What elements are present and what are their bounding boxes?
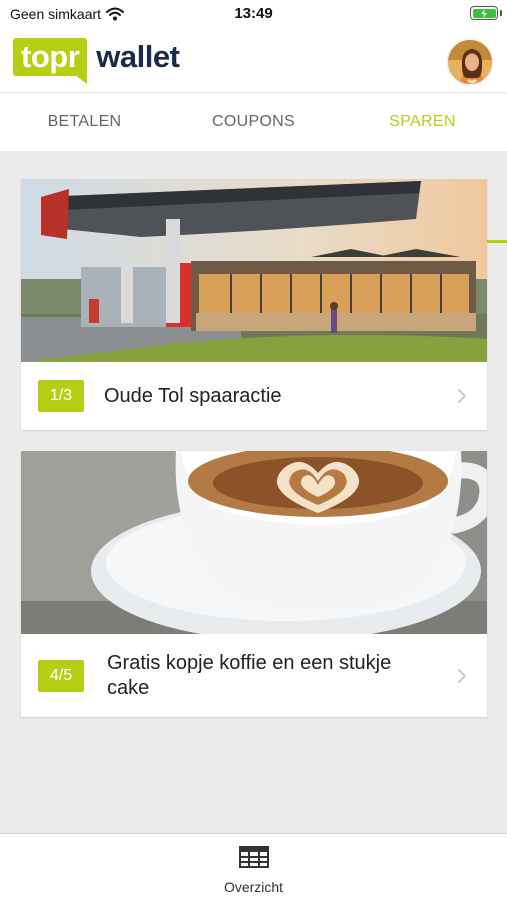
card-title: Gratis kopje koffie en een stukje cake bbox=[107, 652, 392, 699]
profile-avatar[interactable] bbox=[446, 38, 494, 86]
logo-word: wallet bbox=[96, 39, 180, 74]
tab-coupons[interactable]: COUPONS bbox=[169, 93, 338, 151]
battery-nub bbox=[500, 10, 502, 16]
bottom-navigation: Overzicht bbox=[0, 833, 507, 900]
status-bar: Geen simkaart 13:49 bbox=[0, 0, 507, 28]
table-grid-icon[interactable] bbox=[239, 846, 269, 868]
chevron-right-icon bbox=[458, 669, 466, 683]
tab-betalen[interactable]: BETALEN bbox=[0, 93, 169, 151]
progress-badge: 4/5 bbox=[38, 660, 84, 692]
tab-sparen[interactable]: SPAREN bbox=[338, 93, 507, 151]
progress-badge: 1/3 bbox=[38, 380, 84, 412]
coffee-cup-photo bbox=[21, 451, 487, 634]
tab-bar: BETALEN COUPONS SPAREN bbox=[0, 92, 507, 243]
chevron-right-icon bbox=[458, 389, 466, 403]
card-title: Oude Tol spaaractie bbox=[104, 385, 282, 407]
logo-speech-tail bbox=[75, 75, 88, 84]
gas-station-photo bbox=[21, 179, 487, 362]
logo-badge-text: topr bbox=[21, 39, 80, 74]
app-header: topr wallet bbox=[0, 28, 507, 92]
avatar-image bbox=[448, 40, 492, 84]
status-time: 13:49 bbox=[234, 5, 273, 22]
savings-card-oude-tol[interactable]: 1/3 Oude Tol spaaractie bbox=[21, 179, 487, 430]
overview-label[interactable]: Overzicht bbox=[0, 879, 507, 895]
savings-card-koffie[interactable]: 4/5 Gratis kopje koffie en een stukje ca… bbox=[21, 451, 487, 717]
logo-badge: topr bbox=[13, 38, 88, 84]
charging-bolt-icon bbox=[481, 8, 487, 18]
topr-wallet-logo: topr wallet bbox=[13, 38, 180, 84]
battery-icon bbox=[470, 6, 498, 20]
